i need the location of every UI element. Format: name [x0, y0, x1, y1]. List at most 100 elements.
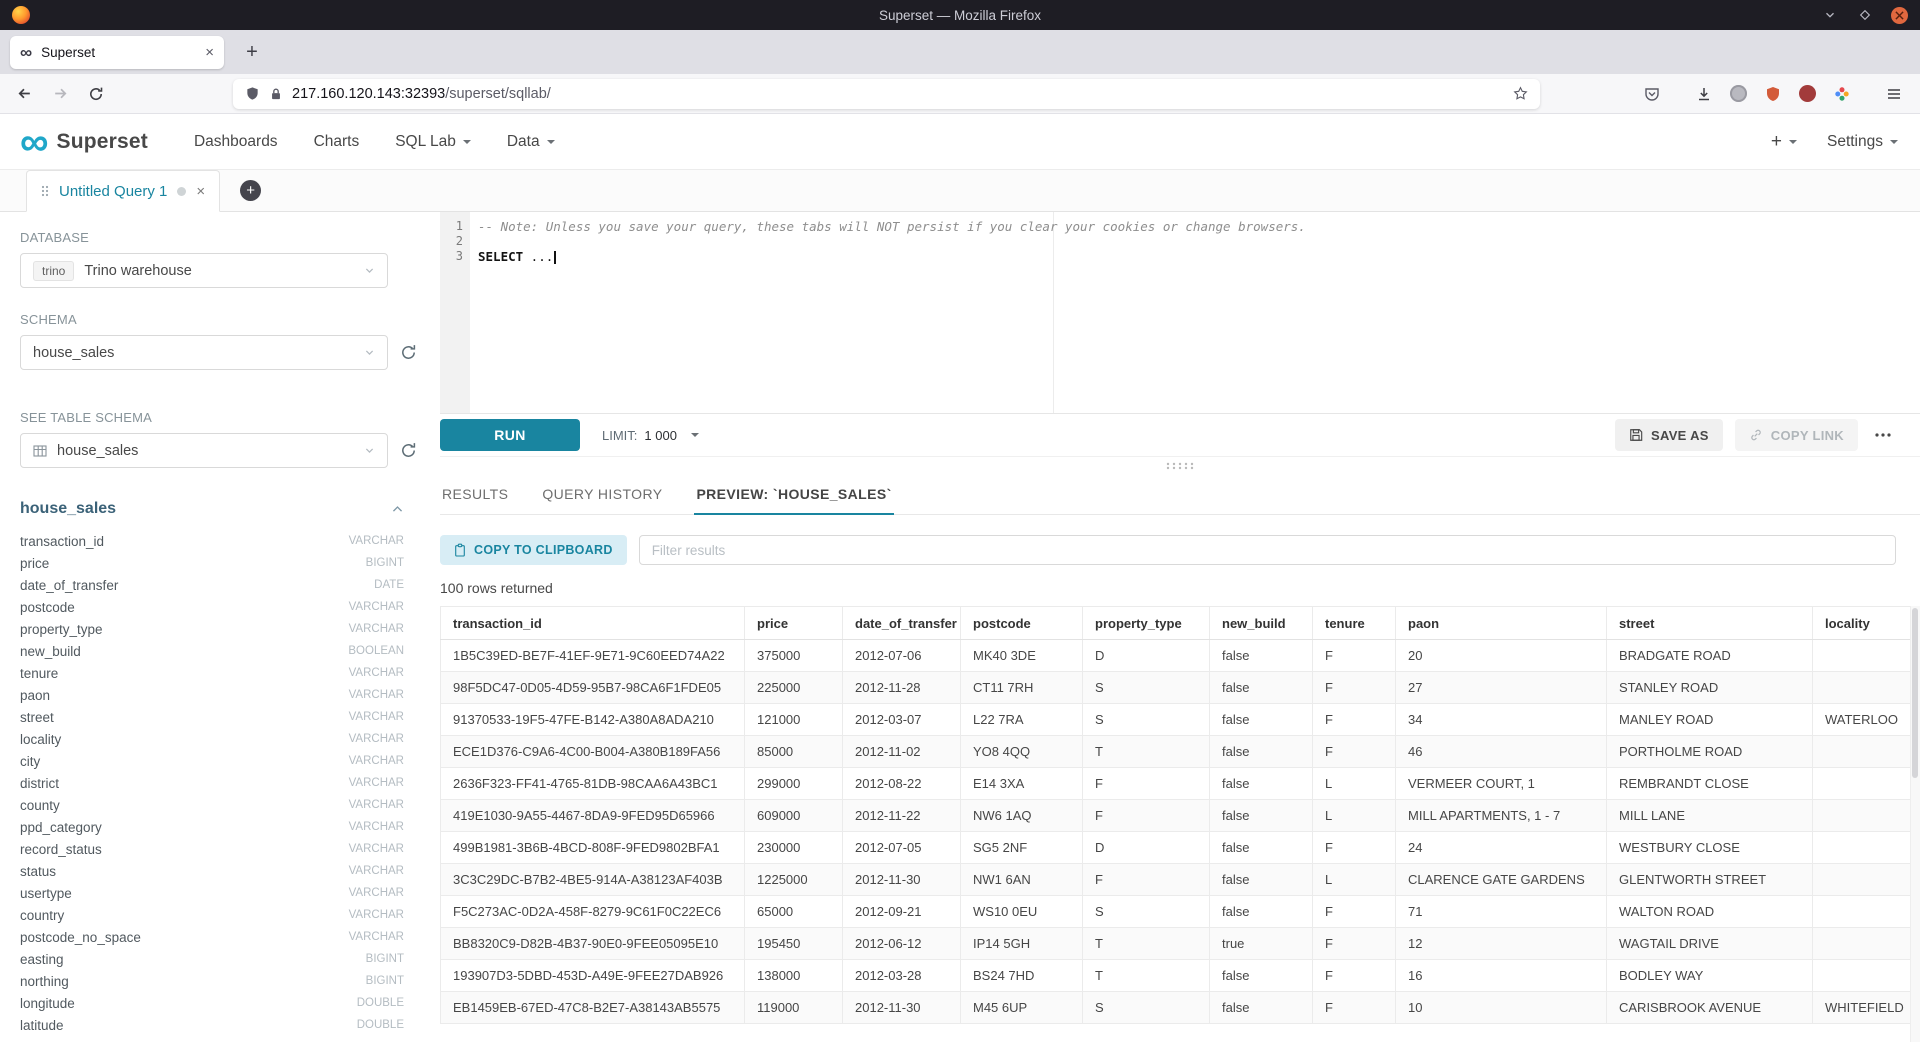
- column-header[interactable]: transaction_id: [441, 607, 745, 640]
- superset-logo-icon[interactable]: ∞: [20, 126, 49, 158]
- table-cell: BS24 7HD: [961, 960, 1083, 992]
- schema-column: northingBIGINT: [20, 970, 404, 992]
- column-header[interactable]: new_build: [1210, 607, 1313, 640]
- table-row: 1B5C39ED-BE7F-41EF-9E71-9C60EED74A223750…: [441, 640, 1911, 672]
- titlebar: Superset — Mozilla Firefox: [0, 0, 1920, 30]
- nav-item-sql-lab[interactable]: SQL Lab: [395, 133, 471, 151]
- table-cell: false: [1210, 672, 1313, 704]
- bookmark-star-icon[interactable]: [1513, 86, 1528, 101]
- extension-icon-2[interactable]: [1763, 84, 1783, 104]
- close-icon[interactable]: [1891, 7, 1908, 24]
- table-cell: 3C3C29DC-B7B2-4BE5-914A-A38123AF403B: [441, 864, 745, 896]
- collapse-chevron-up-icon[interactable]: [391, 503, 404, 516]
- tab-close-icon[interactable]: ×: [205, 45, 214, 60]
- column-header[interactable]: tenure: [1313, 607, 1396, 640]
- results-tab-bar: RESULTS QUERY HISTORY PREVIEW: `HOUSE_SALE…: [440, 475, 1920, 515]
- table-row: 98F5DC47-0D05-4D59-95B7-98CA6F1FDE052250…: [441, 672, 1911, 704]
- schema-column: longitudeDOUBLE: [20, 992, 404, 1014]
- new-tab-button[interactable]: +: [238, 38, 266, 66]
- limit-dropdown[interactable]: LIMIT: 1 000: [602, 428, 699, 443]
- minimize-icon[interactable]: [1821, 7, 1838, 24]
- query-tab-bar: Untitled Query 1 × +: [0, 170, 1920, 212]
- browser-window: Superset — Mozilla Firefox ∞ Superset × …: [0, 0, 1920, 1042]
- refresh-schemas-icon[interactable]: [398, 343, 418, 363]
- more-options-button[interactable]: [1870, 419, 1896, 451]
- chevron-down-icon: [364, 265, 375, 276]
- schema-column: streetVARCHAR: [20, 706, 404, 728]
- menu-hamburger-icon[interactable]: [1884, 84, 1904, 104]
- results-pane-tab-1[interactable]: RESULTS: [440, 475, 510, 515]
- column-type: VARCHAR: [349, 689, 404, 701]
- url-bar[interactable]: 217.160.120.143:32393/superset/sqllab/: [233, 79, 1540, 109]
- superset-favicon-icon: ∞: [20, 44, 32, 61]
- pocket-icon[interactable]: [1642, 84, 1662, 104]
- results-pane-tab-2[interactable]: QUERY HISTORY: [540, 475, 664, 515]
- reload-icon[interactable]: [86, 84, 106, 104]
- tracking-shield-icon[interactable]: [245, 86, 260, 101]
- results-scrollbar[interactable]: [1910, 606, 1920, 1042]
- filter-results-input[interactable]: [639, 535, 1896, 565]
- column-header[interactable]: locality: [1813, 607, 1911, 640]
- column-header[interactable]: property_type: [1083, 607, 1210, 640]
- schema-select[interactable]: house_sales: [20, 335, 388, 370]
- column-header[interactable]: paon: [1396, 607, 1607, 640]
- header-plus-button[interactable]: +: [1771, 131, 1797, 153]
- table-cell: false: [1210, 864, 1313, 896]
- database-select[interactable]: trino Trino warehouse: [20, 253, 388, 288]
- extension-icon-1[interactable]: [1730, 85, 1747, 102]
- column-name: locality: [20, 732, 61, 747]
- results-pane-tab-3[interactable]: PREVIEW: `HOUSE_SALES`: [694, 475, 893, 515]
- forward-icon[interactable]: [50, 84, 70, 104]
- table-cell: [1813, 672, 1911, 704]
- run-button[interactable]: RUN: [440, 419, 580, 451]
- table-cell: VERMEER COURT, 1: [1396, 768, 1607, 800]
- table-cell: [1813, 736, 1911, 768]
- pane-resize-handle[interactable]: [440, 456, 1920, 475]
- nav-item-dashboards[interactable]: Dashboards: [194, 133, 278, 151]
- column-header[interactable]: price: [745, 607, 843, 640]
- column-name: easting: [20, 952, 64, 967]
- table-cell: 27: [1396, 672, 1607, 704]
- nav-item-charts[interactable]: Charts: [314, 133, 360, 151]
- table-cell: [1813, 960, 1911, 992]
- table-cell: WS10 0EU: [961, 896, 1083, 928]
- sql-editor[interactable]: 123 -- Note: Unless you save your query,…: [440, 212, 1920, 414]
- drag-handle-icon[interactable]: [41, 184, 49, 198]
- extension-icon-4[interactable]: [1832, 84, 1852, 104]
- download-icon[interactable]: [1694, 84, 1714, 104]
- browser-tab[interactable]: ∞ Superset ×: [10, 36, 224, 69]
- extension-icon-3[interactable]: [1799, 85, 1816, 102]
- back-icon[interactable]: [14, 84, 34, 104]
- browser-tabstrip: ∞ Superset × +: [0, 30, 1920, 74]
- line-number: 1: [440, 219, 470, 234]
- superset-brand[interactable]: Superset: [57, 130, 148, 154]
- copy-link-button[interactable]: COPY LINK: [1735, 419, 1858, 451]
- column-header[interactable]: postcode: [961, 607, 1083, 640]
- nav-item-data[interactable]: Data: [507, 133, 555, 151]
- column-type: VARCHAR: [349, 601, 404, 613]
- column-name: record_status: [20, 842, 102, 857]
- table-row: F5C273AC-0D2A-458F-8279-9C61F0C22EC66500…: [441, 896, 1911, 928]
- save-as-button[interactable]: SAVE AS: [1615, 419, 1723, 451]
- copy-to-clipboard-button[interactable]: COPY TO CLIPBOARD: [440, 535, 627, 565]
- query-tab-active[interactable]: Untitled Query 1 ×: [26, 170, 220, 212]
- lock-icon[interactable]: [269, 87, 283, 101]
- maximize-icon[interactable]: [1856, 7, 1873, 24]
- table-cell: 419E1030-9A55-4467-8DA9-9FED95D65966: [441, 800, 745, 832]
- table-cell: T: [1083, 928, 1210, 960]
- table-row: 499B1981-3B6B-4BCD-808F-9FED9802BFA12300…: [441, 832, 1911, 864]
- schema-column: record_statusVARCHAR: [20, 838, 404, 860]
- column-header[interactable]: date_of_transfer: [843, 607, 961, 640]
- table-cell: F: [1083, 864, 1210, 896]
- table-select[interactable]: house_sales: [20, 433, 388, 468]
- scrollbar-thumb[interactable]: [1912, 608, 1918, 778]
- settings-menu[interactable]: Settings: [1827, 133, 1898, 151]
- column-header[interactable]: street: [1607, 607, 1813, 640]
- code-line: [478, 234, 1920, 249]
- url-text[interactable]: 217.160.120.143:32393/superset/sqllab/: [292, 86, 551, 102]
- query-tab-close-icon[interactable]: ×: [196, 184, 205, 199]
- table-cell: BODLEY WAY: [1607, 960, 1813, 992]
- column-name: street: [20, 710, 54, 725]
- refresh-tables-icon[interactable]: [398, 441, 418, 461]
- add-query-tab-button[interactable]: +: [240, 180, 261, 201]
